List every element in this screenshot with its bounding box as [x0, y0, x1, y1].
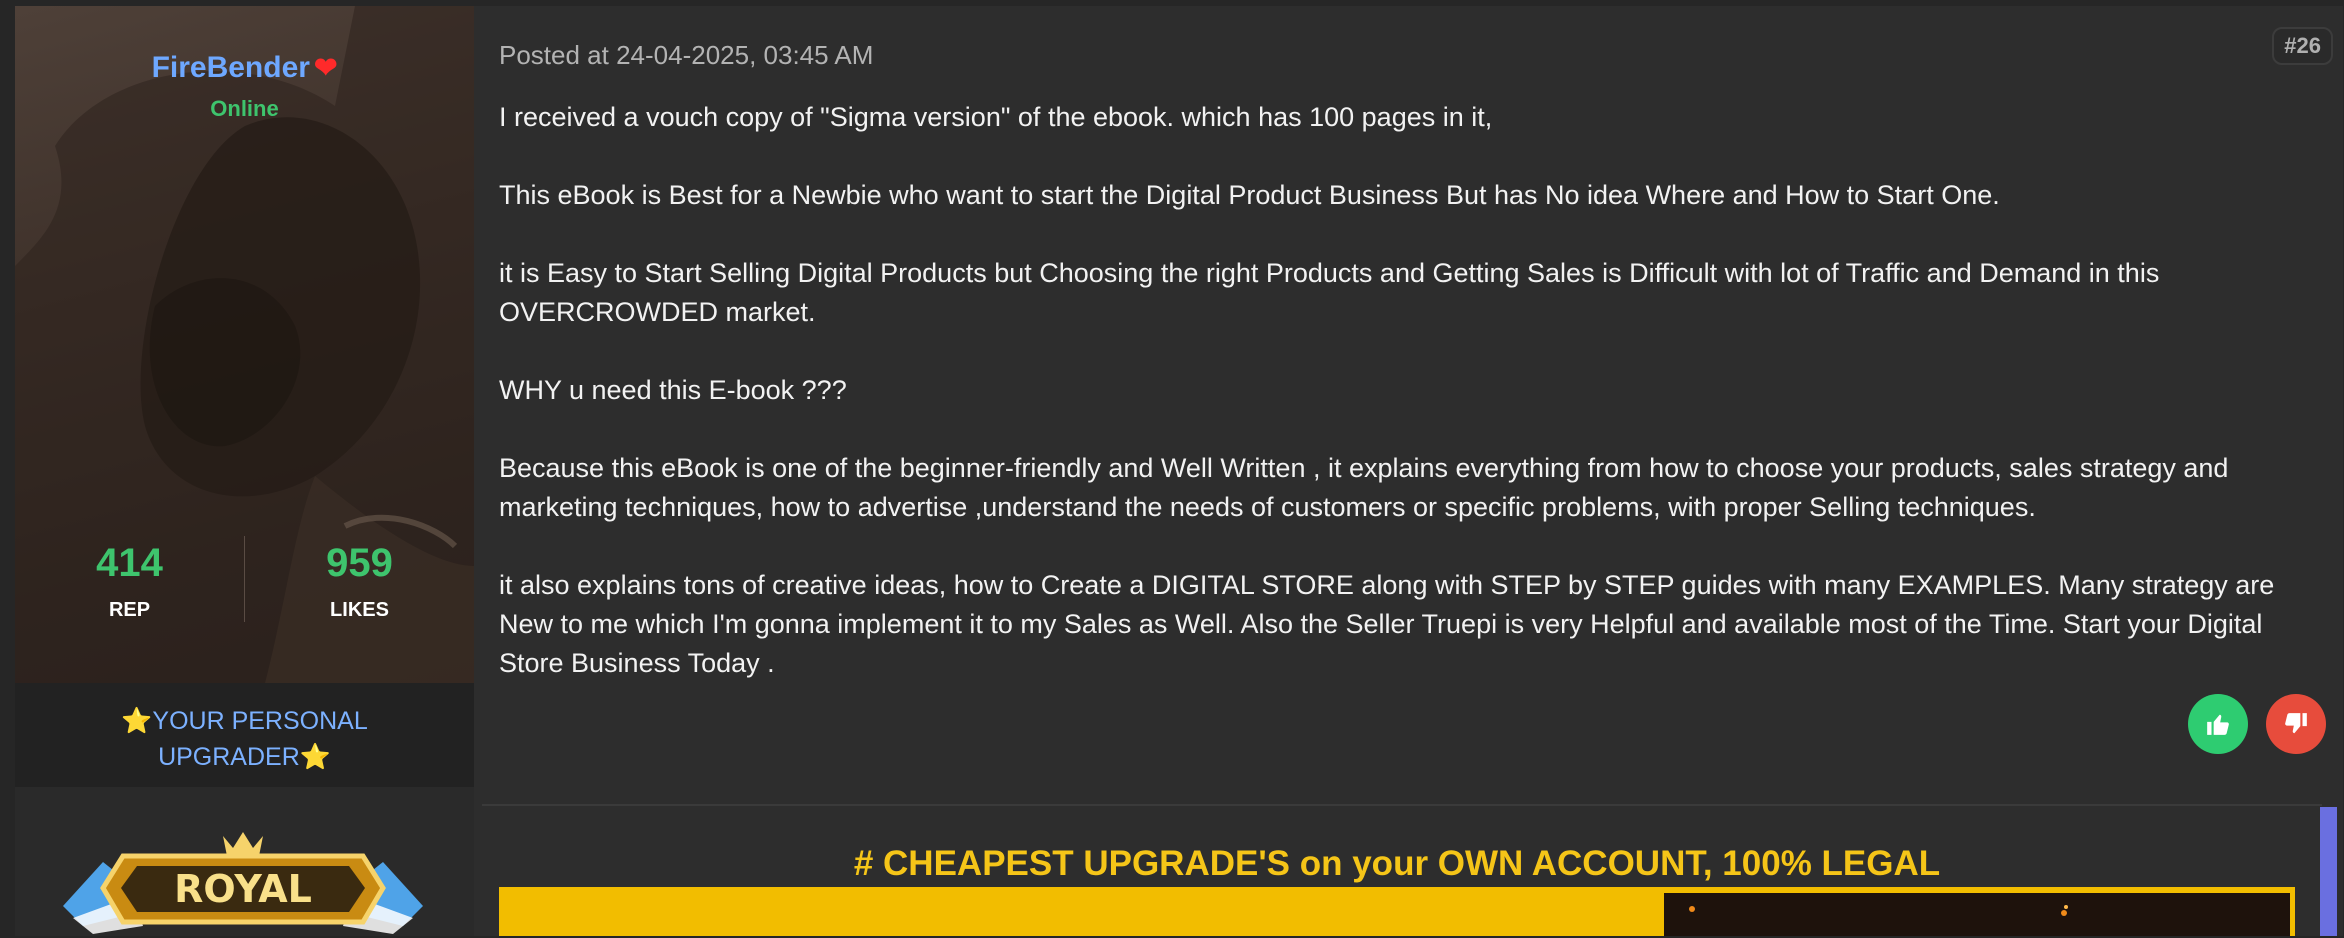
likes-label: LIKES [330, 599, 389, 621]
message-paragraph: WHY u need this E-book ??? [499, 375, 847, 405]
thumbs-down-icon [2285, 713, 2307, 734]
likes-count: 959 [326, 541, 393, 585]
message-paragraph: This eBook is Best for a Newbie who want… [499, 180, 2000, 210]
message-paragraph: I received a vouch copy of "Sigma versio… [499, 102, 1493, 132]
post-message: I received a vouch copy of "Sigma versio… [499, 98, 2309, 722]
signature-banner-dark-panel [1664, 893, 2290, 936]
star-icon: ⭐ [121, 707, 153, 735]
signature-scrollbar[interactable] [2320, 807, 2337, 936]
username[interactable]: FireBender [152, 51, 310, 84]
user-title: ⭐YOUR PERSONAL UPGRADER⭐ [15, 683, 474, 787]
royal-badge-text: ROYAL [174, 867, 312, 911]
signature-banner-image[interactable] [499, 887, 2295, 936]
heart-icon: ❤ [313, 52, 338, 83]
like-button[interactable] [2188, 694, 2248, 754]
message-paragraph: it is Easy to Start Selling Digital Prod… [499, 258, 2160, 327]
forum-post: FireBender ❤ Online 414 REP 959 LIKES ⭐YO… [15, 6, 2343, 936]
signature-separator [482, 804, 2322, 806]
thumbs-up-icon [2207, 714, 2229, 735]
signature-headline: # CHEAPEST UPGRADE'S on your OWN ACCOUNT… [853, 844, 1941, 883]
rep-stat: 414 REP [15, 539, 244, 622]
dislike-button[interactable] [2266, 694, 2326, 754]
rep-label: REP [108, 599, 151, 621]
user-title-line2: UPGRADER [158, 743, 300, 771]
username-row: FireBender ❤ [15, 50, 474, 86]
user-panel: FireBender ❤ Online 414 REP 959 LIKES ⭐YO… [15, 6, 474, 936]
post-number-link[interactable]: #26 [2272, 27, 2333, 65]
rep-count: 414 [96, 541, 163, 585]
post-timestamp: Posted at 24-04-2025, 03:45 AM [499, 40, 874, 70]
star-icon: ⭐ [299, 743, 331, 771]
royal-badge-image: ROYAL [63, 832, 423, 934]
online-status: Online [210, 96, 279, 121]
message-paragraph: it also explains tons of creative ideas,… [499, 570, 2275, 678]
message-paragraph: Because this eBook is one of the beginne… [499, 453, 2229, 522]
user-title-line1: YOUR PERSONAL [152, 707, 368, 735]
likes-stat: 959 LIKES [245, 539, 474, 622]
post-body: Posted at 24-04-2025, 03:45 AM #26 I rec… [474, 6, 2343, 936]
